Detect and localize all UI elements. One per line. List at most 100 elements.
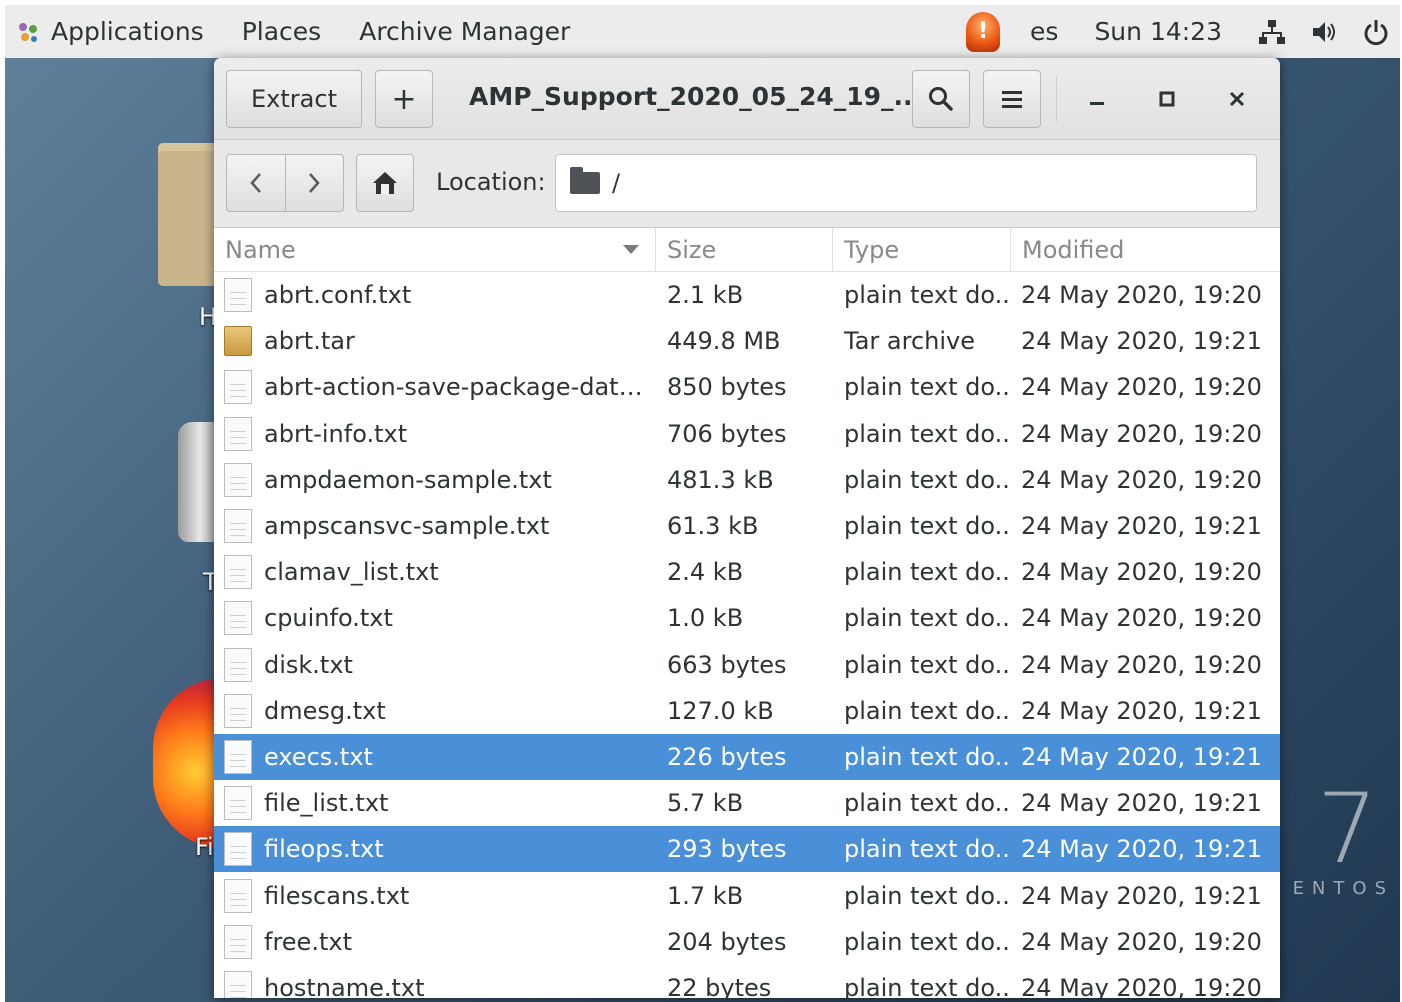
file-size: 61.3 kB [667,512,759,541]
back-button[interactable] [227,155,286,211]
places-label: Places [241,17,322,46]
places-menu[interactable]: Places [242,17,322,46]
file-type: plain text do... [844,881,1011,910]
search-icon [929,87,953,111]
file-type: plain text do... [844,465,1011,494]
hamburger-menu-icon [1002,91,1022,108]
app-menu-label: Archive Manager [359,17,571,46]
file-row[interactable]: free.txt 204 bytes plain text do... 24 May … [214,919,1280,965]
file-name-cell: file_list.txt [214,786,656,821]
file-size: 22 bytes [667,973,772,998]
file-modified: 24 May 2020, 19:21 [1021,742,1262,771]
column-header-modified[interactable]: Modified [1011,228,1280,271]
file-modified: 24 May 2020, 19:20 [1021,465,1262,494]
file-type: plain text do... [844,696,1011,725]
file-name-cell: abrt.conf.txt [214,278,656,313]
maximize-button[interactable] [1144,76,1190,122]
centos-logo-text: ENTOS [1292,878,1394,899]
minimize-icon [1090,102,1104,105]
file-row[interactable]: abrt.tar 449.8 MB Tar archive 24 May 2020, … [214,318,1280,364]
extract-button[interactable]: Extract [226,70,362,128]
keyboard-layout[interactable]: es [1030,17,1058,46]
chevron-left-icon [250,173,261,193]
menu-button[interactable] [983,70,1041,128]
file-row[interactable]: file_list.txt 5.7 kB plain text do... 24 Ma… [214,780,1280,826]
file-name: cpuinfo.txt [264,604,393,633]
column-header-type[interactable]: Type [833,228,1011,271]
navigation-buttons [226,154,344,212]
text-file-icon [224,878,252,913]
column-header-name[interactable]: Name [214,228,656,271]
clock[interactable]: Sun 14:23 [1094,17,1222,46]
file-size: 663 bytes [667,650,787,679]
location-field[interactable]: / [555,154,1257,212]
file-row[interactable]: disk.txt 663 bytes plain text do... 24 May … [214,642,1280,688]
text-file-icon [224,509,252,544]
applications-menu[interactable]: Applications [5,17,204,47]
file-type: plain text do... [844,927,1011,956]
file-size: 1.0 kB [667,604,744,633]
file-type: plain text do... [844,373,1011,402]
file-row[interactable]: cpuinfo.txt 1.0 kB plain text do... 24 May … [214,595,1280,641]
file-name: hostname.txt [264,973,425,998]
file-modified: 24 May 2020, 19:20 [1021,650,1262,679]
file-row[interactable]: execs.txt 226 bytes plain text do... 24 May… [214,733,1280,781]
file-modified: 24 May 2020, 19:21 [1021,789,1262,818]
file-row[interactable]: abrt.conf.txt 2.1 kB plain text do... 24 Ma… [214,272,1280,318]
file-row[interactable]: ampdaemon-sample.txt 481.3 kB plain text d… [214,457,1280,503]
volume-icon[interactable] [1310,18,1338,46]
file-row[interactable]: fileops.txt 293 bytes plain text do... 24 M… [214,826,1280,873]
home-folder-icon[interactable] [158,143,220,286]
location-bar: Location: / [214,140,1280,228]
file-size: 1.7 kB [667,881,744,910]
file-row[interactable]: abrt-info.txt 706 bytes plain text do... 24… [214,411,1280,457]
text-file-icon [224,739,252,774]
firefox-icon[interactable] [153,678,223,848]
text-file-icon [224,462,252,497]
forward-button[interactable] [286,155,344,211]
file-modified: 24 May 2020, 19:21 [1021,327,1262,356]
text-file-icon [224,555,252,590]
file-name-cell: ampdaemon-sample.txt [214,462,656,497]
file-modified: 24 May 2020, 19:21 [1021,881,1262,910]
text-file-icon [224,370,252,405]
file-name-cell: cpuinfo.txt [214,601,656,636]
file-name: abrt.tar [264,327,355,356]
file-name: free.txt [264,927,352,956]
network-icon[interactable] [1258,18,1286,46]
file-row[interactable]: abrt-action-save-package-data.c... 850 by… [214,364,1280,410]
header-bar: Extract + AMP_Support_2020_05_24_19_... [214,58,1280,140]
maximize-icon [1159,91,1175,107]
column-header-size[interactable]: Size [656,228,833,271]
chevron-right-icon [309,173,320,193]
file-type: plain text do... [844,558,1011,587]
header-separator [1056,76,1057,122]
file-name-cell: ampscansvc-sample.txt [214,509,656,544]
close-icon [1229,91,1245,107]
power-icon[interactable] [1362,18,1390,46]
alert-icon[interactable]: ! [966,11,1001,52]
add-files-button[interactable]: + [375,70,433,128]
file-type: plain text do... [844,512,1011,541]
home-button[interactable] [356,154,414,212]
trash-icon[interactable] [178,422,218,542]
file-row[interactable]: clamav_list.txt 2.4 kB plain text do... 24 … [214,549,1280,595]
file-name: abrt.conf.txt [264,281,412,310]
app-menu[interactable]: Archive Manager [359,17,570,46]
search-button[interactable] [912,70,970,128]
file-size: 226 bytes [667,742,787,771]
minimize-button[interactable] [1074,76,1120,122]
location-path: / [612,169,621,197]
close-button[interactable] [1214,76,1260,122]
folder-icon [570,167,600,194]
file-modified: 24 May 2020, 19:20 [1021,281,1262,310]
file-name: abrt-info.txt [264,419,408,448]
file-row[interactable]: hostname.txt 22 bytes plain text do... 24 M… [214,965,1280,998]
file-type: plain text do... [844,789,1011,818]
file-modified: 24 May 2020, 19:20 [1021,373,1262,402]
file-row[interactable]: ampscansvc-sample.txt 61.3 kB plain text d… [214,503,1280,549]
file-row[interactable]: dmesg.txt 127.0 kB plain text do... 24 May … [214,688,1280,734]
file-name: ampdaemon-sample.txt [264,465,552,494]
file-row[interactable]: filescans.txt 1.7 kB plain text do... 24 Ma… [214,872,1280,918]
file-type: plain text do... [844,419,1011,448]
